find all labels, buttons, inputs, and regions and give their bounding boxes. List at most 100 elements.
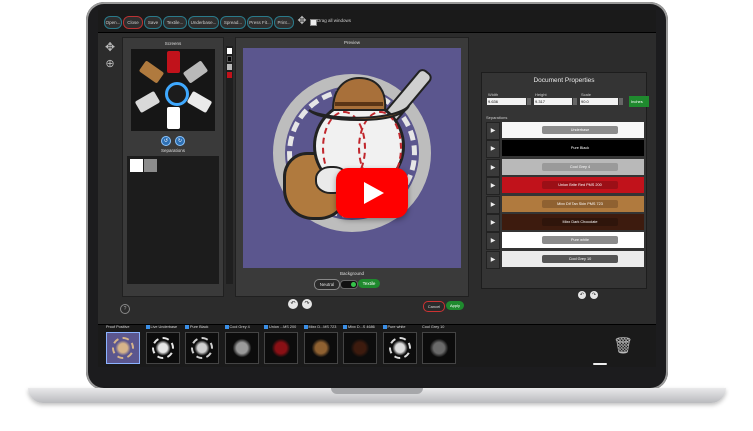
strip-swatch[interactable]: [227, 64, 232, 70]
thumbnail-label-text: Cool Grey 10: [422, 325, 445, 329]
thumbnail-label[interactable]: Union ...MS 200: [264, 325, 296, 329]
separation-thumbnail[interactable]: [422, 332, 456, 364]
separation-row[interactable]: ▶ Mixx Dif Tan Skin PMS 723: [486, 195, 644, 214]
play-separation-icon[interactable]: ▶: [486, 214, 500, 232]
thumbnail-checkbox[interactable]: [185, 325, 189, 329]
separation-color-bar[interactable]: Union Brite Red PMS 200: [502, 177, 644, 194]
thumbnail-checkbox[interactable]: [224, 325, 229, 329]
drag-all-checkbox[interactable]: [310, 19, 317, 26]
thumbnail-checkbox[interactable]: [382, 325, 387, 329]
separation-thumbnail[interactable]: [145, 332, 180, 364]
textile-button[interactable]: Textile...: [163, 16, 187, 29]
separation-row[interactable]: ▶ Union Brite Red PMS 200: [486, 177, 644, 196]
play-separation-icon[interactable]: ▶: [486, 122, 500, 140]
thumbnail-checkbox[interactable]: [303, 325, 308, 329]
thumbnail-label-text: Live Underbase: [150, 325, 178, 329]
rotate-right-icon[interactable]: ↻: [175, 136, 185, 146]
thumbnail-label[interactable]: Proof Positive: [106, 325, 129, 329]
width-stepper[interactable]: [527, 98, 531, 105]
doc-redo-icon[interactable]: ↷: [590, 291, 598, 299]
trash-icon[interactable]: 🗑: [613, 334, 633, 360]
separation-row[interactable]: ▶ Pure Black: [486, 140, 644, 159]
thumbnail-checkbox[interactable]: [264, 325, 268, 329]
thumbnail-label[interactable]: Pure white: [382, 325, 405, 329]
background-toggle[interactable]: [340, 280, 358, 289]
screens-panel: Screens ↺ ↻ Separations: [122, 37, 224, 297]
press-fit-button[interactable]: Press Fit...: [247, 16, 273, 29]
separation-color-bar[interactable]: Mixx Dark Chocolate: [502, 214, 644, 230]
play-separation-icon[interactable]: ▶: [486, 140, 500, 159]
help-icon[interactable]: ?: [120, 304, 130, 314]
thumbnail-checkbox[interactable]: [145, 325, 150, 329]
separation-thumbnail[interactable]: [106, 332, 140, 364]
separation-thumbnail[interactable]: [264, 332, 298, 364]
video-play-icon[interactable]: [336, 168, 408, 218]
preview-canvas[interactable]: [243, 48, 461, 268]
separation-swatch[interactable]: [130, 159, 143, 172]
thumbnail-label[interactable]: Cool Grey 10: [422, 325, 444, 329]
undo-icon[interactable]: ↶: [288, 299, 298, 309]
redo-icon[interactable]: ↷: [302, 299, 312, 309]
print-button[interactable]: Print...: [274, 16, 294, 29]
separation-row[interactable]: ▶ Cool Grey 4: [486, 158, 644, 177]
separation-thumbnail[interactable]: [303, 332, 338, 364]
apply-button[interactable]: Apply: [446, 301, 464, 310]
separation-thumbnails-bar: Proof Positive Live Underbase Pure Black Co…: [98, 324, 656, 367]
separation-swatch[interactable]: [144, 159, 157, 172]
textile-option[interactable]: Textile: [358, 279, 380, 288]
separations-list: [127, 156, 219, 284]
thumbnail-label[interactable]: Pure Black: [185, 325, 208, 329]
thumbnail-checkbox[interactable]: [343, 325, 347, 329]
separation-color-bar[interactable]: Pure white: [502, 232, 644, 249]
separation-row[interactable]: ▶ Pure white: [486, 232, 644, 251]
separation-thumbnail[interactable]: [382, 332, 417, 364]
separation-color-bar[interactable]: Underbase: [502, 122, 644, 138]
press-arm-red: [167, 51, 180, 73]
play-separation-icon[interactable]: ▶: [486, 177, 500, 196]
press-arm-light: [134, 90, 161, 114]
separation-row[interactable]: ▶ Mixx Dark Chocolate: [486, 214, 644, 232]
rotate-left-icon[interactable]: ↺: [161, 136, 171, 146]
thumbnail-label[interactable]: Mixx D...S 4686: [343, 325, 375, 329]
thumbnail-label[interactable]: Live Underbase: [145, 325, 178, 329]
neutral-option[interactable]: Neutral: [314, 279, 340, 290]
separation-thumbnail[interactable]: [343, 332, 377, 364]
separation-color-bar[interactable]: Pure Black: [502, 140, 644, 157]
separation-color-bar[interactable]: Cool Grey 10: [502, 250, 644, 267]
play-separation-icon[interactable]: ▶: [486, 250, 500, 269]
scale-field[interactable]: 90.0: [580, 98, 618, 105]
separation-thumbnail[interactable]: [224, 332, 259, 364]
strip-swatch[interactable]: [227, 72, 232, 78]
thumbnail-label[interactable]: Cool Grey 4: [224, 325, 250, 329]
height-stepper[interactable]: [573, 98, 577, 105]
zoom-in-icon[interactable]: ⊕: [104, 58, 116, 70]
width-field[interactable]: 9.636: [487, 98, 526, 105]
doc-separations-label: Separations: [486, 115, 508, 120]
units-selector[interactable]: Inches: [629, 96, 649, 107]
close-button[interactable]: Close: [123, 16, 143, 29]
underbase-button[interactable]: Underbase...: [188, 16, 219, 29]
separation-color-bar[interactable]: Mixx Dif Tan Skin PMS 723: [502, 195, 644, 212]
save-button[interactable]: Save: [144, 16, 162, 29]
document-properties-panel: Document Properties Width 9.636 Height 9…: [481, 72, 649, 289]
separation-row[interactable]: ▶ Cool Grey 10: [486, 250, 644, 269]
spread-button[interactable]: Spread...: [220, 16, 246, 29]
strip-swatch[interactable]: [227, 56, 232, 62]
play-separation-icon[interactable]: ▶: [486, 232, 500, 251]
separation-thumbnail[interactable]: [185, 332, 219, 364]
play-separation-icon[interactable]: ▶: [486, 195, 500, 214]
move-tool-icon[interactable]: ✥: [104, 41, 116, 53]
separation-row[interactable]: ▶ Underbase: [486, 122, 644, 140]
separation-name: Union Brite Red PMS 200: [542, 181, 618, 190]
height-field[interactable]: 9.317: [534, 98, 572, 105]
press-diagram[interactable]: [131, 49, 215, 131]
preview-title: Preview: [343, 40, 360, 45]
play-separation-icon[interactable]: ▶: [486, 158, 500, 177]
scale-stepper[interactable]: [619, 98, 623, 105]
thumbnail-label[interactable]: Mixx D...MS 723: [303, 325, 336, 329]
open-button[interactable]: Open...: [104, 16, 122, 29]
strip-swatch[interactable]: [227, 48, 232, 54]
cancel-button[interactable]: Cancel: [423, 301, 445, 312]
separation-color-bar[interactable]: Cool Grey 4: [502, 158, 644, 175]
doc-undo-icon[interactable]: ↶: [578, 291, 586, 299]
